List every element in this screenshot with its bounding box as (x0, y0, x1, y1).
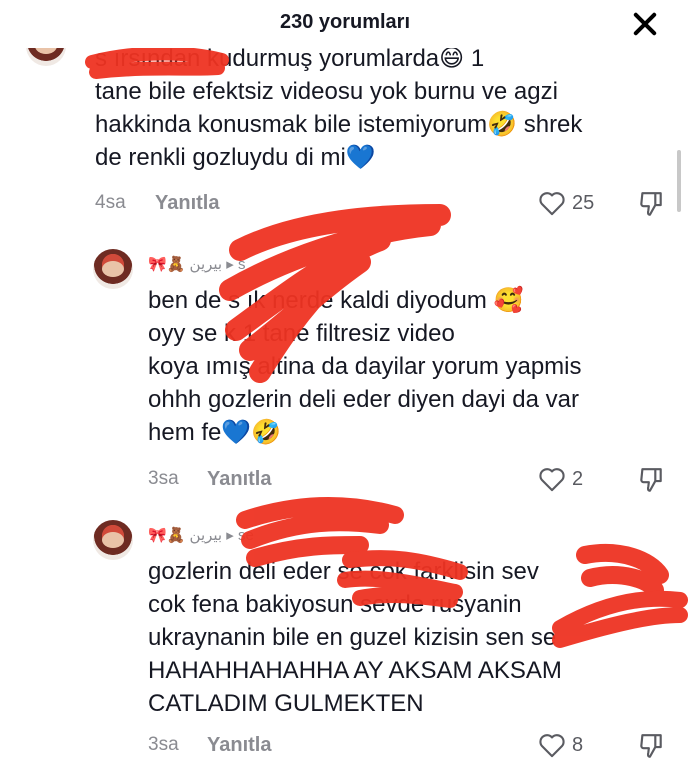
comment-text: s ırsından kudurmuş yorumlarda😄 1 tane b… (95, 45, 583, 171)
avatar[interactable] (93, 520, 133, 560)
comment-text: ben de s ık nerde kaldi diyodum 🥰 oyy se… (148, 287, 582, 446)
avatar[interactable] (93, 249, 133, 289)
reply-button[interactable]: Yanıtla (155, 192, 219, 215)
comment-text: gozlerin deli eder se cok farklisin sev … (148, 558, 562, 717)
comments-count-title: 230 yorumları (279, 11, 411, 33)
like-button[interactable]: 2 (538, 466, 583, 492)
heart-outline-icon (539, 192, 565, 216)
comment-timestamp: 4sa (95, 192, 126, 213)
close-icon[interactable] (630, 9, 660, 39)
like-count: 8 (572, 733, 584, 756)
reply-button[interactable]: Yanıtla (207, 468, 271, 491)
comment-item: 🎀🧸 بيرين ▸ s ben de s ık nerde kaldi diy… (0, 230, 690, 510)
like-count: 2 (572, 467, 584, 490)
thumbs-down-icon[interactable] (638, 190, 664, 218)
like-button[interactable]: 25 (538, 190, 594, 216)
comment-timestamp: 3sa (148, 734, 179, 755)
comments-header: 230 yorumları (0, 0, 690, 48)
comment-timestamp: 3sa (148, 468, 179, 489)
comment-item: 🎀🧸 بيرين ▸ se gozlerin deli eder se cok … (0, 510, 690, 758)
like-button[interactable]: 8 (538, 732, 583, 758)
reply-button[interactable]: Yanıtla (207, 734, 271, 757)
reply-username[interactable]: 🎀🧸 بيرين ▸ s (148, 255, 245, 273)
thumbs-down-icon[interactable] (638, 466, 664, 494)
heart-outline-icon (539, 734, 565, 758)
thumbs-down-icon[interactable] (638, 732, 664, 760)
heart-outline-icon (539, 468, 565, 492)
reply-username[interactable]: 🎀🧸 بيرين ▸ se (148, 526, 254, 544)
like-count: 25 (572, 191, 595, 214)
